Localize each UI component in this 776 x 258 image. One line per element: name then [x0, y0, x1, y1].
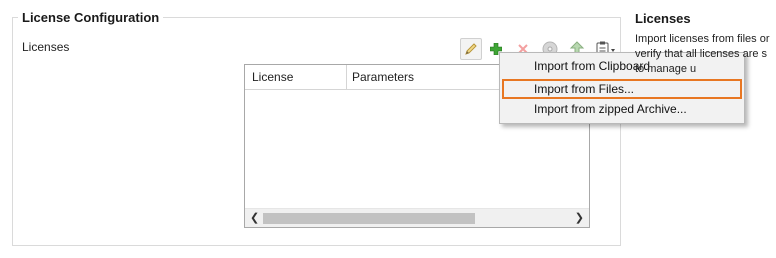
menu-item-import-zipped-archive[interactable]: Import from zipped Archive...	[502, 100, 742, 120]
license-configuration-title: License Configuration	[18, 10, 164, 25]
column-header-license[interactable]: License	[252, 70, 293, 84]
side-panel-line: verify that all licenses are s	[635, 48, 768, 60]
scroll-right-icon[interactable]: ❯	[575, 211, 584, 225]
menu-item-import-files[interactable]: Import from Files...	[502, 79, 742, 99]
column-header-parameters[interactable]: Parameters	[352, 70, 414, 84]
side-panel-line: Import licenses from files or	[635, 33, 770, 45]
licenses-field-label: Licenses	[22, 40, 70, 54]
side-panel-description: Import licenses from files or verify tha…	[635, 32, 776, 77]
side-panel-title: Licenses	[635, 11, 691, 26]
scrollbar-thumb[interactable]	[263, 213, 475, 224]
pencil-icon[interactable]	[460, 38, 482, 60]
column-separator	[346, 65, 347, 89]
side-panel-line: to manage u	[635, 63, 697, 75]
horizontal-scrollbar[interactable]: ❮ ❯	[245, 208, 589, 227]
scroll-left-icon[interactable]: ❮	[250, 211, 259, 225]
